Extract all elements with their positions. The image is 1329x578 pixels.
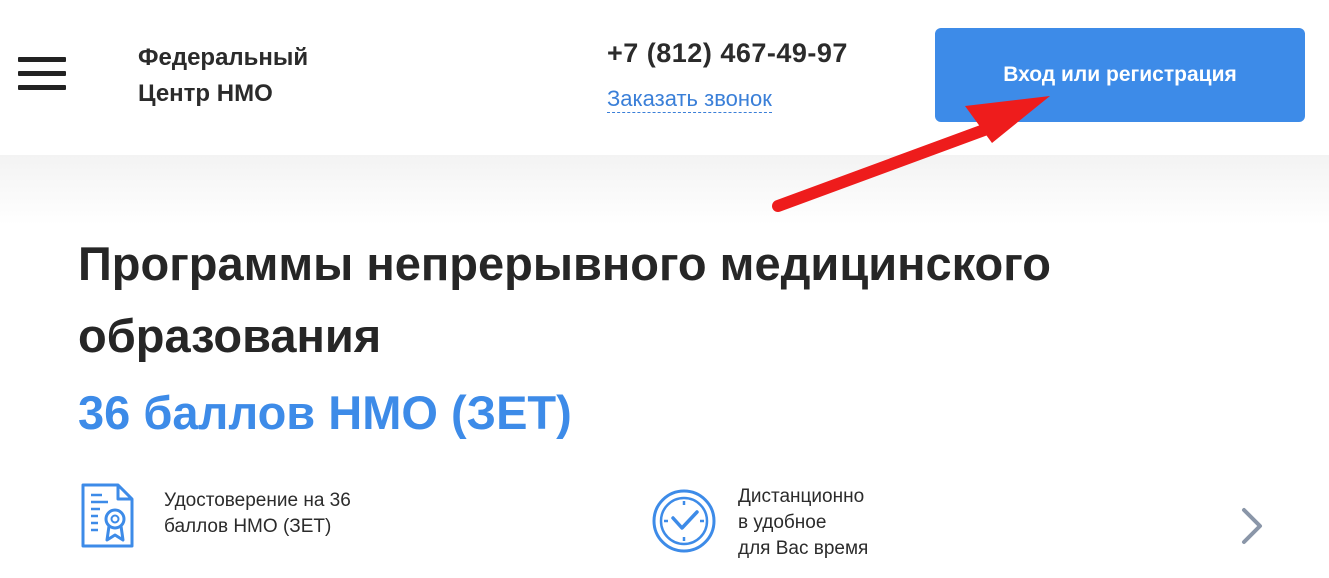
site-logo[interactable]: Федеральный Центр НМО — [138, 40, 398, 112]
feature-certificate-text: Удостоверение на 36 баллов НМО (ЗЕТ) — [164, 488, 424, 540]
site-header: Федеральный Центр НМО +7 (812) 467-49-97… — [0, 0, 1329, 155]
page-title: Программы непрерывного медицинского обра… — [78, 237, 1051, 362]
feature-text-line: баллов НМО (ЗЕТ) — [164, 516, 332, 537]
page: Федеральный Центр НМО +7 (812) 467-49-97… — [0, 0, 1329, 578]
logo-line-2: Центр НМО — [138, 80, 273, 107]
feature-text-line: Удостоверение на 36 — [164, 490, 351, 511]
chevron-right-icon[interactable] — [1236, 506, 1266, 546]
header-shadow — [0, 155, 1329, 225]
certificate-icon — [81, 483, 134, 548]
callback-link[interactable]: Заказать звонок — [607, 86, 772, 113]
feature-remote-text: Дистанционно в удобное для Вас время — [738, 484, 958, 562]
page-subtitle: 36 баллов НМО (ЗЕТ) — [78, 386, 572, 439]
phone-number[interactable]: +7 (812) 467-49-97 — [607, 38, 848, 69]
hamburger-menu-icon[interactable] — [18, 57, 66, 93]
clock-icon — [652, 489, 716, 553]
feature-text-line: в удобное — [738, 512, 827, 533]
logo-line-1: Федеральный — [138, 44, 309, 71]
feature-text-line: Дистанционно — [738, 486, 865, 507]
feature-text-line: для Вас время — [738, 538, 869, 559]
login-register-button[interactable]: Вход или регистрация — [935, 28, 1305, 122]
